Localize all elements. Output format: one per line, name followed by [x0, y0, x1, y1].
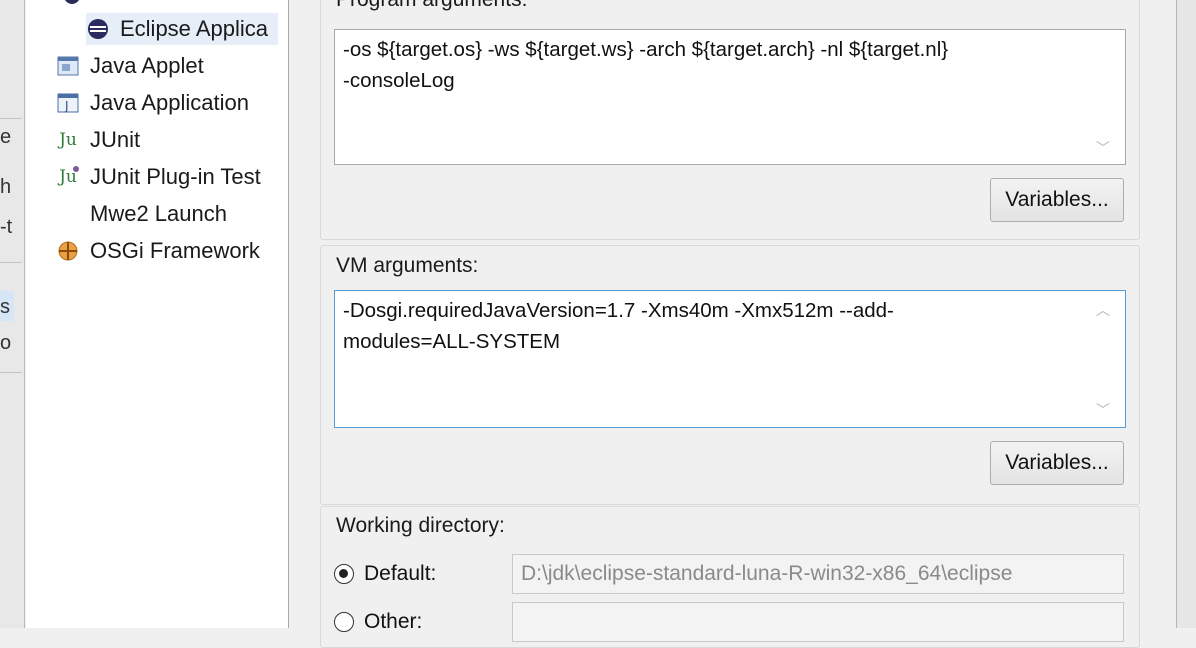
default-radio-label[interactable]: Default: — [364, 562, 436, 586]
launch-config-tree[interactable]: Eclipse Applica Java Applet J Java Appli… — [26, 0, 289, 628]
java-application-icon: J — [56, 91, 80, 115]
tree-item-mwe2-launch[interactable]: Mwe2 Launch — [56, 198, 227, 230]
tree-item-junit[interactable]: Ju JUnit — [56, 124, 140, 156]
other-directory-field[interactable] — [512, 602, 1124, 642]
tree-item-java-application[interactable]: J Java Application — [56, 87, 249, 119]
default-radio[interactable] — [334, 564, 354, 584]
tree-item-partial[interactable] — [60, 0, 94, 12]
tree-item-label: Java Applet — [90, 53, 204, 78]
edge-divider — [0, 118, 22, 119]
tree-item-label: JUnit Plug-in Test — [90, 164, 261, 189]
radio-selected-dot — [339, 569, 348, 578]
background-window-edge: e h -t s o — [0, 0, 25, 628]
chevron-up-icon[interactable]: ︿ — [1096, 300, 1162, 320]
edge-fragment: h — [0, 176, 12, 198]
tree-item-label: OSGi Framework — [90, 238, 260, 263]
program-arguments-textarea[interactable]: -os ${target.os} -ws ${target.ws} -arch … — [334, 29, 1126, 165]
edge-fragment: s — [0, 296, 10, 318]
vm-arguments-textarea[interactable]: -Dosgi.requiredJavaVersion=1.7 -Xms40m -… — [334, 290, 1126, 428]
java-applet-icon — [56, 54, 80, 78]
junit-icon: Ju — [56, 128, 80, 152]
blank-icon — [56, 202, 80, 226]
arguments-tab-panel: Program arguments: -os ${target.os} -ws … — [300, 0, 1170, 648]
edge-divider — [0, 262, 22, 263]
edge-divider — [0, 372, 22, 373]
other-radio[interactable] — [334, 612, 354, 632]
tree-item-label: Mwe2 Launch — [90, 201, 227, 226]
edge-fragment: -t — [0, 216, 13, 238]
program-arguments-title: Program arguments: — [334, 0, 530, 12]
osgi-icon — [56, 239, 80, 263]
edge-fragment: o — [0, 332, 12, 354]
other-radio-label[interactable]: Other: — [364, 610, 422, 634]
tree-item-java-applet[interactable]: Java Applet — [56, 50, 204, 82]
tree-item-junit-plugin-test[interactable]: Ju JUnit Plug-in Test — [56, 161, 261, 193]
tree-item-label: Java Application — [90, 90, 249, 115]
default-directory-field: D:\jdk\eclipse-standard-luna-R-win32-x86… — [512, 554, 1124, 594]
scrollbar-right[interactable] — [1176, 0, 1196, 628]
eclipse-icon — [86, 17, 110, 41]
junit-icon-text: Ju — [59, 130, 77, 150]
tree-item-label: JUnit — [90, 127, 141, 152]
tree-item-eclipse-application[interactable]: Eclipse Applica — [86, 13, 278, 45]
vm-variables-button[interactable]: Variables... — [990, 441, 1124, 485]
junit-plugin-icon: Ju — [56, 165, 80, 189]
tree-item-label: Eclipse Applica — [120, 16, 268, 41]
svg-text:J: J — [64, 99, 69, 113]
vm-arguments-title: VM arguments: — [334, 254, 481, 278]
chevron-down-icon[interactable]: ﹀ — [1096, 400, 1162, 420]
edge-fragment: e — [0, 126, 12, 148]
chevron-down-icon[interactable]: ﹀ — [1096, 138, 1162, 158]
program-variables-button[interactable]: Variables... — [990, 178, 1124, 222]
working-directory-title: Working directory: — [334, 514, 507, 538]
tree-item-osgi-framework[interactable]: OSGi Framework — [56, 235, 260, 267]
eclipse-folder-icon — [60, 0, 84, 8]
